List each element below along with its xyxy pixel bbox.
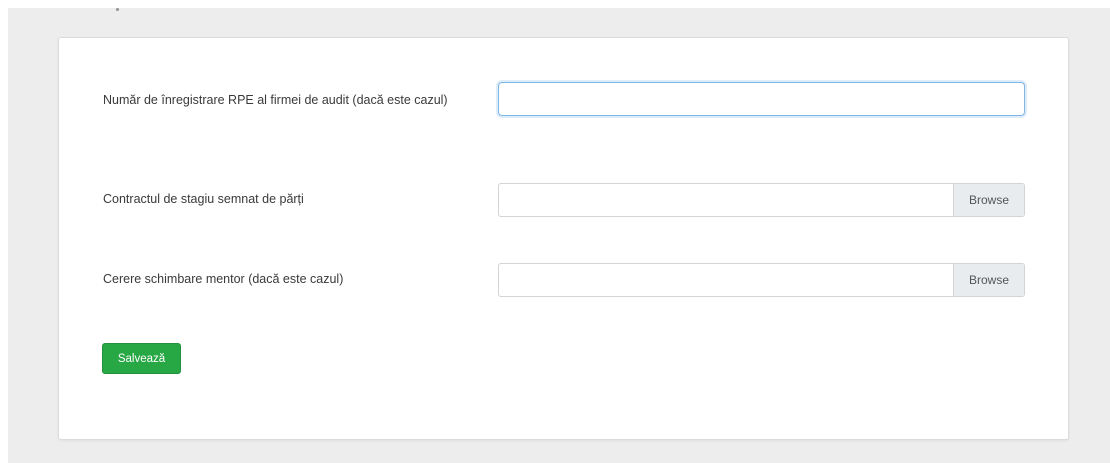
form-card: Număr de înregistrare RPE al firmei de a… [58, 37, 1069, 440]
save-button[interactable]: Salvează [102, 343, 181, 374]
mentor-change-request-browse-button[interactable]: Browse [953, 264, 1024, 296]
page-header-fragment [116, 8, 119, 11]
rpe-number-input[interactable] [498, 82, 1025, 116]
rpe-number-label: Număr de înregistrare RPE al firmei de a… [103, 93, 448, 107]
mentor-change-request-label: Cerere schimbare mentor (dacă este cazul… [103, 272, 344, 286]
internship-contract-file-input[interactable]: Browse [498, 183, 1025, 217]
internship-contract-label: Contractul de stagiu semnat de părți [103, 192, 304, 206]
internship-contract-browse-button[interactable]: Browse [953, 184, 1024, 216]
mentor-change-request-file-input[interactable]: Browse [498, 263, 1025, 297]
